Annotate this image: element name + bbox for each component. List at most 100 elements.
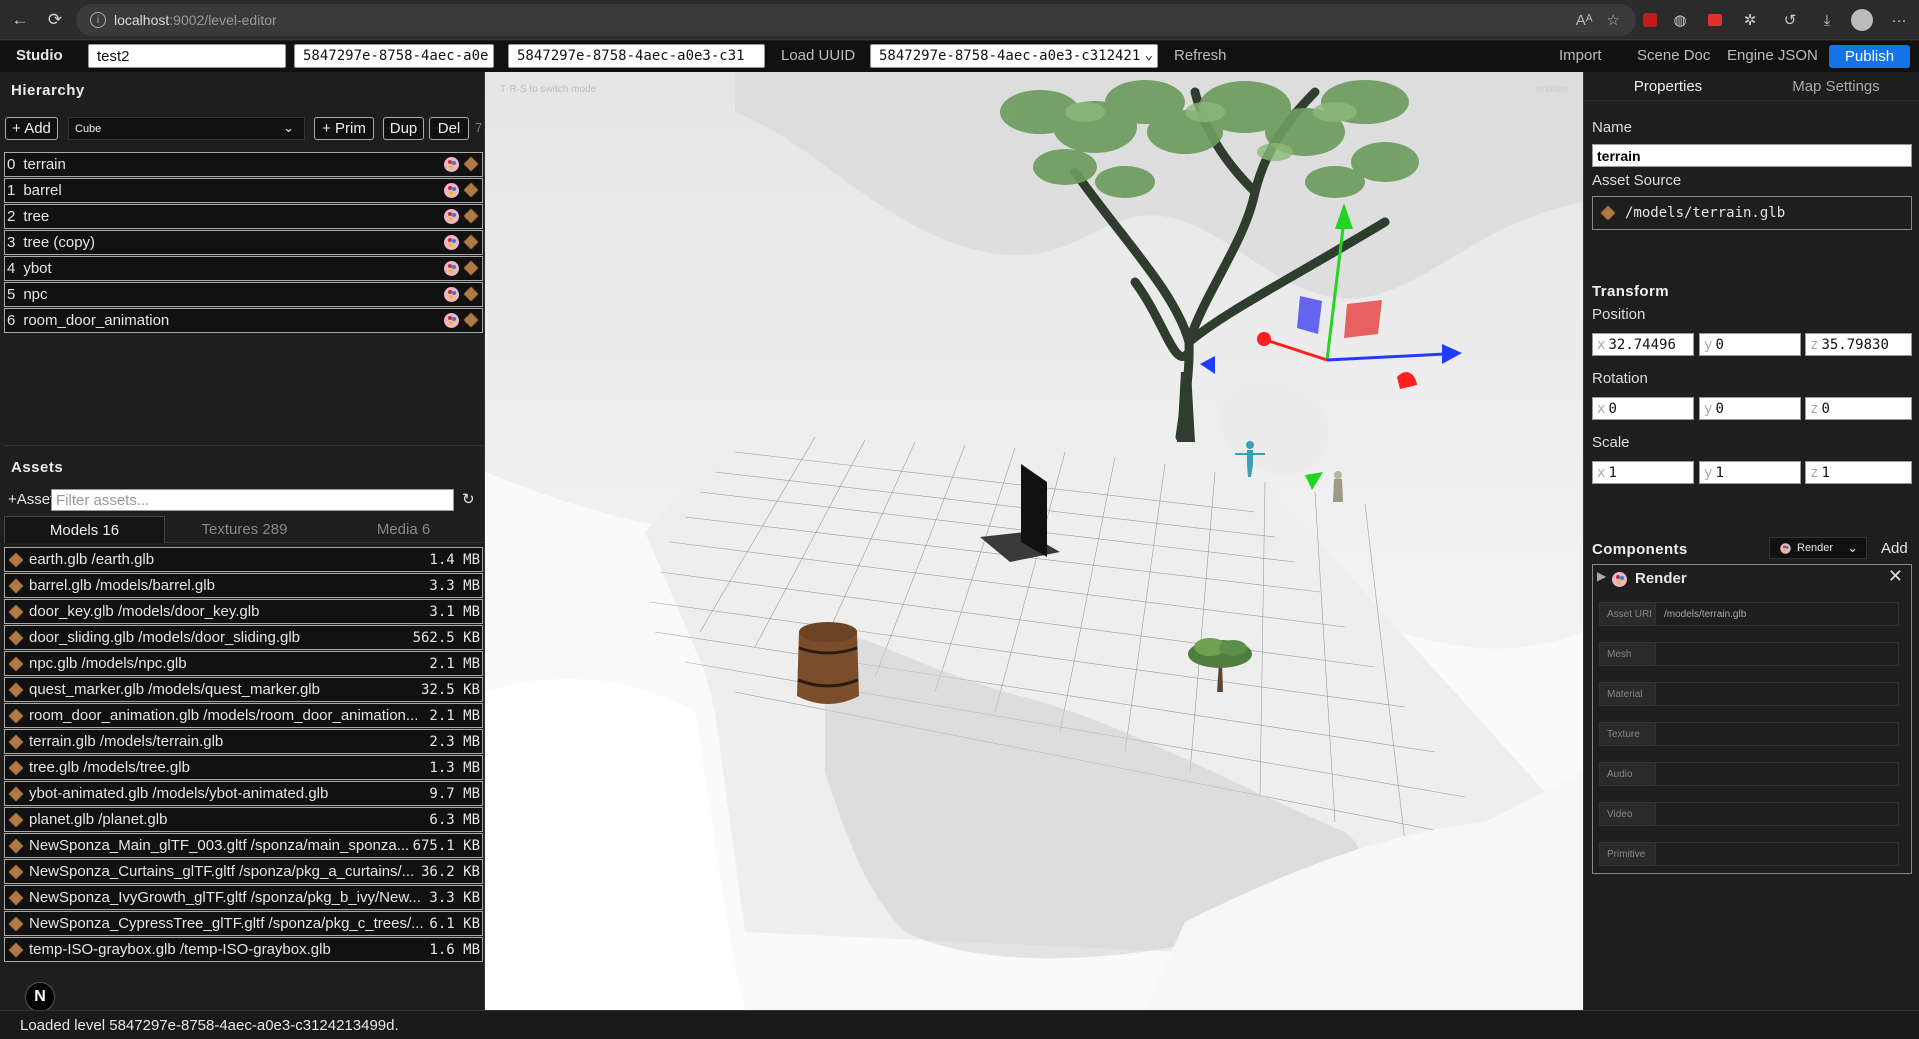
delete-button[interactable]: Del (429, 117, 469, 140)
asset-item[interactable]: npc.glb /models/npc.glb 2.1 MB (4, 651, 483, 676)
position-z-value: 35.79830 (1821, 336, 1889, 353)
hierarchy-item[interactable]: 0 terrain (4, 152, 483, 177)
asset-item[interactable]: quest_marker.glb /models/quest_marker.gl… (4, 677, 483, 702)
rotation-y-input[interactable]: y0 (1699, 397, 1801, 420)
asset-list: earth.glb /earth.glb 1.4 MB barrel.glb /m… (4, 547, 483, 963)
asset-item[interactable]: ybot-animated.glb /models/ybot-animated.… (4, 781, 483, 806)
asset-item[interactable]: earth.glb /earth.glb 1.4 MB (4, 547, 483, 572)
render-field-row[interactable]: Material (1599, 682, 1899, 706)
asset-item[interactable]: tree.glb /models/tree.glb 1.3 MB (4, 755, 483, 780)
render-field-value: /models/terrain.glb (1664, 608, 1747, 620)
read-aloud-icon[interactable]: Aᴬ (1576, 12, 1593, 29)
level-uuid-select[interactable]: 5847297e-8758-4aec-a0e3-c312421 ⌄ (870, 44, 1158, 68)
asset-size: 32.5 KB (418, 682, 480, 698)
extension-red-icon[interactable] (1703, 8, 1727, 32)
render-field-row[interactable]: Mesh (1599, 642, 1899, 666)
duplicate-button[interactable]: Dup (383, 117, 424, 140)
site-info-icon[interactable]: i (90, 12, 106, 28)
uuid-load-input[interactable]: 5847297e-8758-4aec-a0e3-c31 (508, 44, 765, 68)
refresh-assets-icon[interactable]: ↻ (462, 490, 475, 508)
hierarchy-item[interactable]: 6 room_door_animation (4, 308, 483, 333)
hierarchy-item[interactable]: 4 ybot (4, 256, 483, 281)
asset-size: 1.6 MB (427, 942, 480, 958)
next-devtools-badge[interactable]: N (25, 982, 55, 1012)
asset-item[interactable]: planet.glb /planet.glb 6.3 MB (4, 807, 483, 832)
globe-icon[interactable]: ◍ (1668, 8, 1692, 32)
scale-x-input[interactable]: x1 (1592, 461, 1694, 484)
load-uuid-button[interactable]: Load UUID (781, 47, 855, 64)
brand-studio: Studio (16, 47, 63, 64)
favorite-star-icon[interactable]: ☆ (1607, 11, 1620, 29)
asset-source-field[interactable]: /models/terrain.glb (1592, 196, 1912, 230)
asset-name: NewSponza_IvyGrowth_glTF.gltf /sponza/pk… (29, 889, 421, 906)
profile-avatar[interactable] (1850, 8, 1874, 32)
close-icon[interactable]: ✕ (1888, 566, 1903, 587)
engine-json-button[interactable]: Engine JSON (1727, 47, 1818, 64)
position-z-input[interactable]: z 35.79830 (1805, 333, 1912, 356)
publish-button[interactable]: Publish (1829, 45, 1910, 68)
more-menu-icon[interactable]: ··· (1887, 8, 1911, 32)
palette-icon (444, 287, 459, 302)
asset-item[interactable]: NewSponza_CypressTree_glTF.gltf /sponza/… (4, 911, 483, 936)
add-asset-button[interactable]: +Asset (8, 491, 54, 508)
reload-icon[interactable]: ⟳ (40, 5, 70, 35)
add-entity-button[interactable]: + Add (5, 117, 58, 140)
hierarchy-item[interactable]: 3 tree (copy) (4, 230, 483, 255)
add-primitive-button[interactable]: + Prim (314, 117, 374, 140)
asset-item[interactable]: barrel.glb /models/barrel.glb 3.3 MB (4, 573, 483, 598)
expand-triangle-icon[interactable]: ▶ (1597, 569, 1606, 583)
render-title: Render (1635, 570, 1687, 587)
refresh-button[interactable]: Refresh (1174, 47, 1227, 64)
import-button[interactable]: Import (1559, 47, 1602, 64)
tab-textures[interactable]: Textures 289 (165, 516, 324, 543)
scene-viewport[interactable]: T·R·S to switch mode entities (485, 72, 1583, 1010)
scale-z-input[interactable]: z1 (1805, 461, 1912, 484)
back-icon[interactable]: ← (5, 5, 35, 35)
history-icon[interactable]: ↺ (1778, 8, 1802, 32)
primitive-select[interactable]: Cube ⌄ (68, 117, 305, 140)
name-input[interactable]: terrain (1592, 144, 1912, 167)
render-field-row[interactable]: Video (1599, 802, 1899, 826)
hierarchy-item[interactable]: 1 barrel (4, 178, 483, 203)
asset-item[interactable]: door_sliding.glb /models/door_sliding.gl… (4, 625, 483, 650)
uuid-input[interactable]: 5847297e-8758-4aec-a0e (294, 44, 494, 68)
extension-ublock-icon[interactable] (1638, 8, 1662, 32)
level-name-input[interactable]: test2 (88, 44, 286, 68)
tab-properties[interactable]: Properties (1584, 72, 1752, 101)
hierarchy-item[interactable]: 2 tree (4, 204, 483, 229)
render-field-row[interactable]: Asset URI/models/terrain.glb (1599, 602, 1899, 626)
transform-label: Transform (1592, 283, 1669, 300)
asset-item[interactable]: NewSponza_IvyGrowth_glTF.gltf /sponza/pk… (4, 885, 483, 910)
asset-item[interactable]: NewSponza_Curtains_glTF.gltf /sponza/pkg… (4, 859, 483, 884)
scene-doc-button[interactable]: Scene Doc (1637, 47, 1710, 64)
rotation-z-input[interactable]: z0 (1805, 397, 1912, 420)
model-box-icon (8, 681, 24, 698)
scale-z-value: 1 (1821, 464, 1830, 481)
position-y-input[interactable]: y0 (1699, 333, 1801, 356)
address-bar[interactable]: i localhost:9002/level-editor Aᴬ ☆ (76, 4, 1636, 36)
component-type-select[interactable]: Render ⌄ (1769, 537, 1867, 559)
tab-models[interactable]: Models 16 (4, 516, 165, 543)
asset-item[interactable]: room_door_animation.glb /models/room_doo… (4, 703, 483, 728)
tab-map-settings[interactable]: Map Settings (1752, 72, 1919, 101)
extensions-puzzle-icon[interactable]: ✲ (1738, 8, 1762, 32)
tab-media[interactable]: Media 6 (324, 516, 483, 543)
asset-item[interactable]: terrain.glb /models/terrain.glb 2.3 MB (4, 729, 483, 754)
scale-y-input[interactable]: y1 (1699, 461, 1801, 484)
rotation-x-input[interactable]: x0 (1592, 397, 1694, 420)
scene-canvas[interactable]: T·R·S to switch mode entities (485, 72, 1583, 1010)
asset-item[interactable]: temp-ISO-graybox.glb /temp-ISO-graybox.g… (4, 937, 483, 962)
hierarchy-item[interactable]: 5 npc (4, 282, 483, 307)
hierarchy-list: 0 terrain 1 barrel 2 tree 3 tree (copy) 4 ybo… (4, 152, 483, 334)
render-field-row[interactable]: Primitive (1599, 842, 1899, 866)
position-x-input[interactable]: x 32.74496 (1592, 333, 1694, 356)
render-field-row[interactable]: Audio (1599, 762, 1899, 786)
chevron-down-icon: ⌄ (283, 120, 294, 135)
asset-filter-input[interactable]: Filter assets... (51, 489, 454, 511)
render-field-row[interactable]: Texture (1599, 722, 1899, 746)
asset-item[interactable]: door_key.glb /models/door_key.glb 3.1 MB (4, 599, 483, 624)
add-component-button[interactable]: Add (1881, 540, 1908, 557)
asset-item[interactable]: NewSponza_Main_glTF_003.gltf /sponza/mai… (4, 833, 483, 858)
model-box-icon (8, 889, 24, 906)
download-icon[interactable]: ⤓ (1815, 8, 1839, 32)
